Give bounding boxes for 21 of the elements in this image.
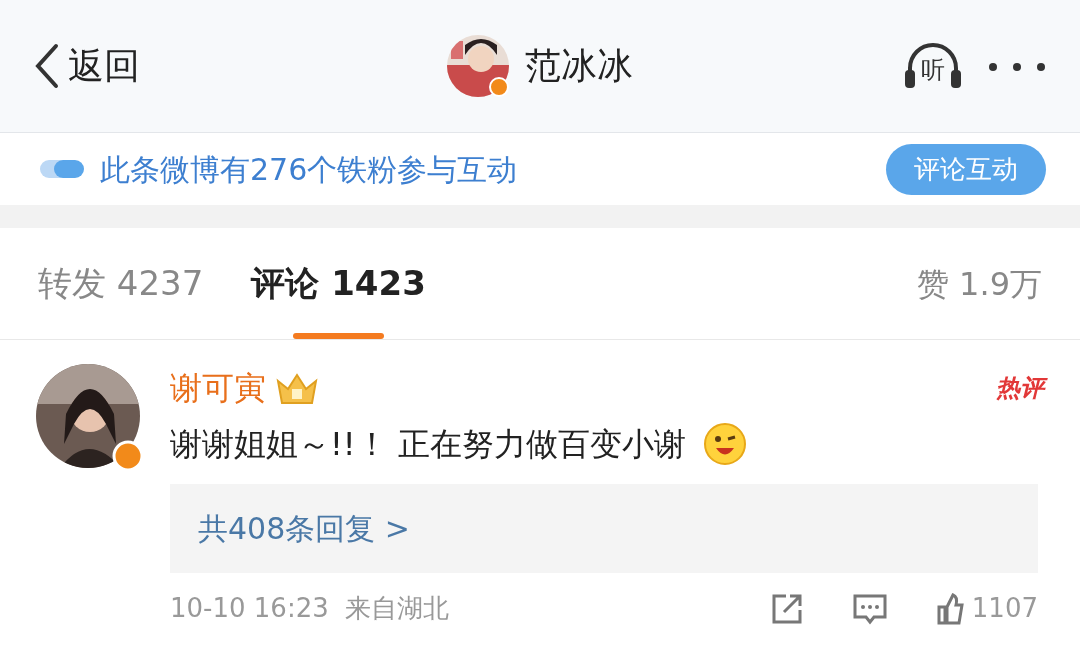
crown-icon xyxy=(274,371,320,405)
thumb-icon xyxy=(935,592,964,625)
tab[interactable]: 转发 4237 xyxy=(38,226,204,341)
listen-button[interactable]: 听 xyxy=(902,38,964,94)
more-icon xyxy=(988,61,1046,72)
likes-count[interactable]: 赞 1.9万 xyxy=(916,259,1042,308)
tab[interactable]: 评论 1423 xyxy=(251,226,426,341)
back-button[interactable]: 返回 xyxy=(34,39,140,93)
emoji-icon xyxy=(701,421,748,467)
like-button[interactable]: 1107 xyxy=(935,589,1038,628)
fans-icon xyxy=(40,158,84,180)
back-icon xyxy=(34,43,60,89)
replies-link[interactable]: 共408条回复 > xyxy=(170,484,1038,573)
comment-author[interactable]: 谢可寅 xyxy=(170,364,266,412)
comment-icon[interactable] xyxy=(851,592,888,625)
comment-text: 谢谢姐姐～!!！ 正在努力做百变小谢 xyxy=(170,424,686,465)
comment-time: 10-10 16:23 xyxy=(170,592,329,625)
fans-notice: 此条微博有276个铁粉参与互动 xyxy=(100,150,518,189)
comment-interact-button[interactable]: 评论互动 xyxy=(886,143,1046,195)
account-name: 范冰冰 xyxy=(525,44,633,88)
comment-location: 来自湖北 xyxy=(344,592,449,625)
